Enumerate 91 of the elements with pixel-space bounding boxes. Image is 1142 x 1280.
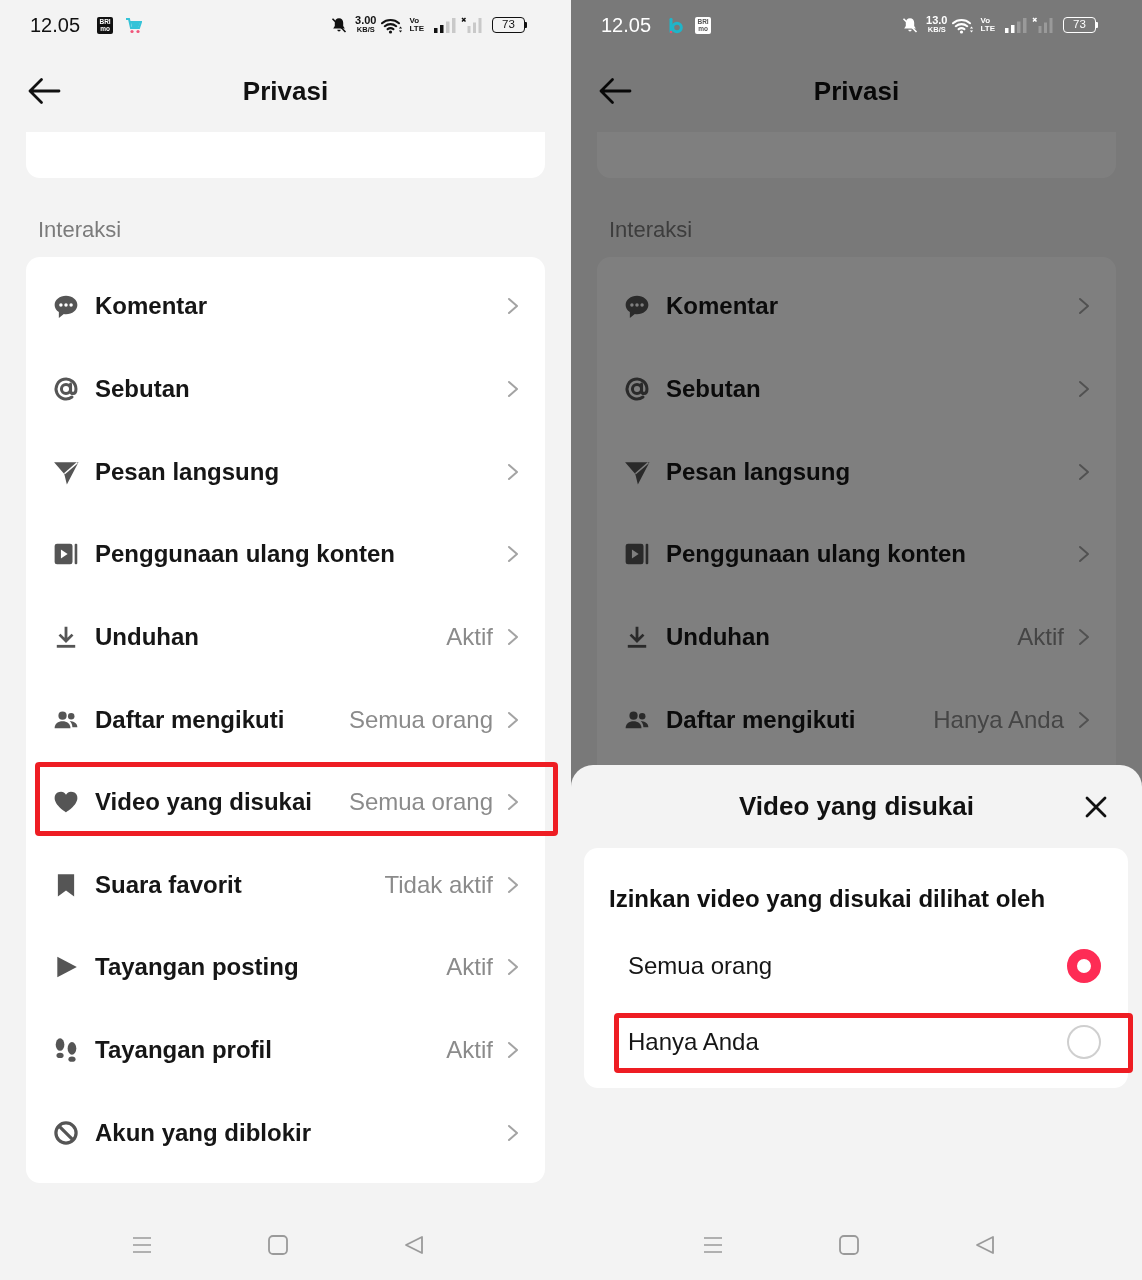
- setting-label[interactable]: Penggunaan ulang konten: [666, 536, 966, 573]
- signal-icon: [1004, 16, 1028, 34]
- speech-bubble-icon: [624, 293, 650, 320]
- chevron-right-icon: [507, 379, 519, 398]
- sheet-title: Video yang disukai: [738, 790, 974, 823]
- signal-icon: [433, 16, 457, 34]
- app-icon: [668, 16, 684, 34]
- speech-bubble-icon: [53, 293, 79, 320]
- back-nav-button[interactable]: [403, 1234, 425, 1256]
- setting-value: Semua orang: [347, 787, 493, 818]
- setting-label[interactable]: Unduhan: [666, 618, 770, 655]
- menu-icon: [131, 1234, 153, 1256]
- battery-level: 73: [492, 17, 527, 33]
- setting-label[interactable]: Sebutan: [95, 370, 190, 407]
- chevron-right-icon: [507, 545, 519, 564]
- option-label[interactable]: Hanya Anda: [628, 1024, 759, 1060]
- chevron-right-icon: [507, 462, 519, 481]
- setting-label[interactable]: Sebutan: [666, 370, 761, 407]
- setting-value: Aktif: [445, 952, 493, 983]
- menu-button[interactable]: [131, 1234, 153, 1256]
- section-label: Interaksi: [38, 216, 122, 244]
- setting-value: Tidak aktif: [383, 869, 493, 900]
- page-title: Privasi: [813, 74, 900, 108]
- chevron-right-icon: [507, 875, 519, 894]
- no-signal-icon: [461, 16, 485, 34]
- option-label[interactable]: Semua orang: [628, 948, 773, 984]
- chevron-right-icon: [1078, 379, 1090, 398]
- wifi-icon: [381, 16, 404, 34]
- muted-bell-icon: [902, 16, 919, 34]
- at-sign-icon: [624, 375, 650, 402]
- setting-label[interactable]: Suara favorit: [95, 866, 242, 903]
- status-time: 12.05: [601, 13, 652, 37]
- wifi-icon: [952, 16, 975, 34]
- setting-label[interactable]: Tayangan posting: [95, 949, 299, 986]
- chevron-right-icon: [507, 297, 519, 316]
- home-button[interactable]: [838, 1234, 860, 1256]
- square-icon: [838, 1234, 860, 1256]
- setting-label[interactable]: Pesan langsung: [666, 453, 851, 490]
- chevron-right-icon: [507, 958, 519, 977]
- muted-bell-icon: [331, 16, 348, 34]
- close-icon: [1084, 794, 1108, 819]
- chevron-right-icon: [507, 793, 519, 812]
- no-signal-icon: [1032, 16, 1056, 34]
- setting-label[interactable]: Video yang disukai: [95, 784, 312, 821]
- chevron-right-icon: [507, 710, 519, 729]
- setting-value: Aktif: [1016, 621, 1064, 652]
- chevron-right-icon: [1078, 545, 1090, 564]
- battery-level: 73: [1063, 17, 1098, 33]
- footprints-icon: [53, 1037, 79, 1064]
- blocked-icon: [53, 1119, 79, 1146]
- setting-label[interactable]: Tayangan profil: [95, 1032, 272, 1069]
- chevron-right-icon: [507, 1041, 519, 1060]
- shopping-cart-icon: [125, 16, 143, 34]
- section-label: Interaksi: [609, 216, 693, 244]
- setting-label[interactable]: Daftar mengikuti: [666, 701, 856, 738]
- setting-value: Aktif: [445, 621, 493, 652]
- arrow-left-icon: [27, 77, 61, 105]
- setting-label[interactable]: Akun yang diblokir: [95, 1114, 312, 1151]
- setting-label[interactable]: Penggunaan ulang konten: [95, 536, 395, 573]
- close-button[interactable]: [1084, 794, 1108, 819]
- radio-button[interactable]: [1067, 1025, 1101, 1059]
- chevron-right-icon: [1078, 710, 1090, 729]
- setting-label[interactable]: Komentar: [666, 288, 779, 325]
- arrow-left-icon: [598, 77, 632, 105]
- chevron-right-icon: [1078, 297, 1090, 316]
- chevron-right-icon: [1078, 627, 1090, 646]
- volte-label: Vo LTE: [980, 17, 995, 33]
- chevron-right-icon: [507, 1123, 519, 1142]
- triangle-left-icon: [403, 1234, 425, 1256]
- status-time: 12.05: [30, 13, 81, 37]
- setting-value: Aktif: [445, 1035, 493, 1066]
- setting-value: Hanya Anda: [932, 704, 1064, 735]
- volte-label: Vo LTE: [409, 17, 424, 33]
- setting-label[interactable]: Daftar mengikuti: [95, 701, 285, 738]
- at-sign-icon: [53, 375, 79, 402]
- options-prompt: Izinkan video yang disukai dilihat oleh: [609, 884, 1046, 914]
- square-icon: [267, 1234, 289, 1256]
- back-nav-button[interactable]: [974, 1234, 996, 1256]
- setting-label[interactable]: Komentar: [95, 288, 208, 325]
- chevron-right-icon: [507, 627, 519, 646]
- home-button[interactable]: [267, 1234, 289, 1256]
- menu-icon: [702, 1234, 724, 1256]
- triangle-left-icon: [974, 1234, 996, 1256]
- setting-label[interactable]: Unduhan: [95, 618, 199, 655]
- radio-button[interactable]: [1067, 949, 1101, 983]
- setting-value: Semua orang: [347, 704, 493, 735]
- setting-label[interactable]: Pesan langsung: [95, 453, 280, 490]
- menu-button[interactable]: [702, 1234, 724, 1256]
- chevron-right-icon: [1078, 462, 1090, 481]
- page-title: Privasi: [242, 74, 329, 108]
- back-button[interactable]: [27, 77, 61, 105]
